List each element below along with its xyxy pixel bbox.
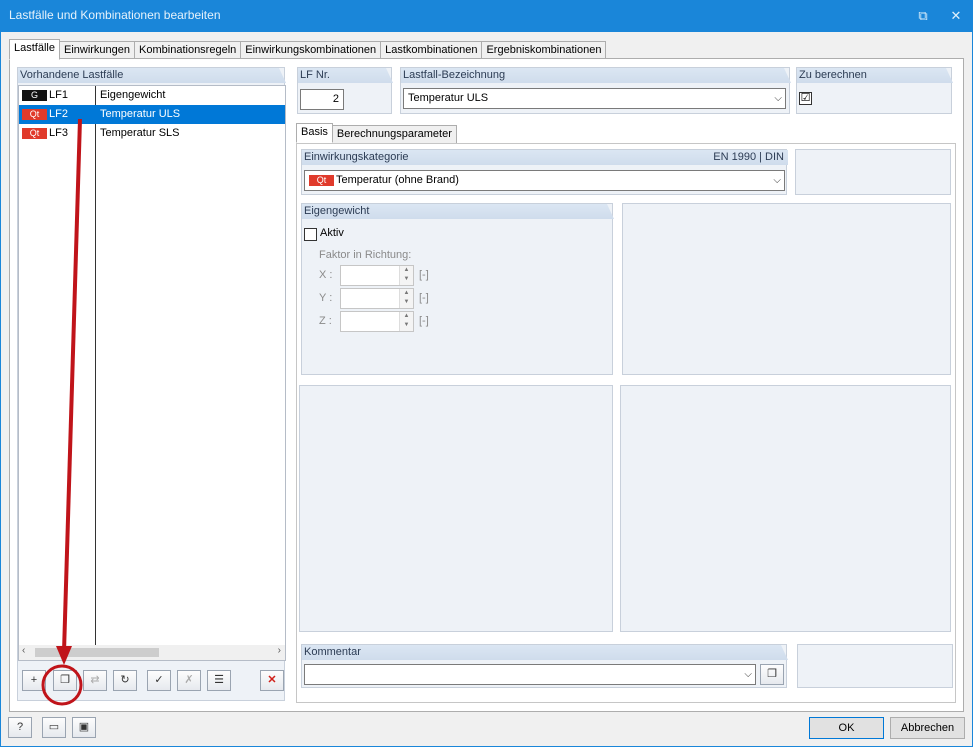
cancel-button[interactable]: Abbrechen xyxy=(890,717,965,739)
loadcase-name: Temperatur SLS xyxy=(100,127,179,139)
window-title: Lastfälle und Kombinationen bearbeiten xyxy=(9,8,221,22)
category-badge: G xyxy=(22,90,47,101)
dialog-body: Lastfälle Einwirkungen Kombinationsregel… xyxy=(0,32,973,747)
copy-loadcase-icon[interactable]: ❐ xyxy=(53,670,77,691)
spin-icon[interactable]: ▲▼ xyxy=(399,266,413,285)
column-divider xyxy=(95,86,96,660)
tab-ergebniskombinationen[interactable]: Ergebniskombinationen xyxy=(481,41,606,59)
einwirkungskategorie-combo[interactable]: Qt Temperatur (ohne Brand) ⌵ xyxy=(304,170,785,191)
loadcase-id: LF1 xyxy=(49,89,68,101)
loadcases-list[interactable]: G LF1 Eigengewicht Qt LF2 Temperatur ULS… xyxy=(18,85,286,661)
loadcase-id: LF2 xyxy=(49,108,68,120)
zuberechnen-label: Zu berechnen xyxy=(797,68,953,83)
ok-button[interactable]: OK xyxy=(809,717,884,739)
loadcase-id: LF3 xyxy=(49,127,68,139)
faktor-y-field[interactable]: ▲▼ xyxy=(340,288,414,309)
zuberechnen-group: Zu berechnen ☑ xyxy=(796,67,952,114)
close-icon[interactable]: ✕ xyxy=(945,6,967,26)
subtab-berechnungsparameter[interactable]: Berechnungsparameter xyxy=(332,125,457,143)
loadcases-group: Vorhandene Lastfälle G LF1 Eigengewicht … xyxy=(17,67,285,701)
eigengewicht-label: Eigengewicht xyxy=(302,204,614,219)
einwirkungskategorie-group: Einwirkungskategorie EN 1990 | DIN Qt Te… xyxy=(301,149,787,195)
import-icon[interactable]: ☰ xyxy=(207,670,231,691)
unit-label: [-] xyxy=(419,269,429,281)
category-badge: Qt xyxy=(22,128,47,139)
bezeichnung-group: Lastfall-Bezeichnung Temperatur ULS ⌵ xyxy=(400,67,790,114)
loadcases-header: Vorhandene Lastfälle xyxy=(18,68,286,83)
axis-label: X : xyxy=(319,269,332,281)
bezeichnung-combo[interactable]: Temperatur ULS ⌵ xyxy=(403,88,786,109)
empty-group xyxy=(797,644,953,688)
norm-label: EN 1990 | DIN xyxy=(713,151,784,163)
generate-icon[interactable]: ↻ xyxy=(113,670,137,691)
horizontal-scrollbar[interactable]: ‹ › xyxy=(19,645,285,660)
restore-icon[interactable]: ⧉ xyxy=(912,6,934,26)
main-tabs: Lastfälle Einwirkungen Kombinationsregel… xyxy=(9,39,605,59)
bezeichnung-label: Lastfall-Bezeichnung xyxy=(401,68,791,83)
category-badge: Qt xyxy=(309,175,334,186)
new-loadcase-icon[interactable]: + xyxy=(22,670,46,691)
axis-label: Z : xyxy=(319,315,332,327)
tab-einwirkungskombinationen[interactable]: Einwirkungskombinationen xyxy=(240,41,381,59)
delete-icon[interactable]: ✕ xyxy=(260,670,284,691)
uncheck-icon[interactable]: ✗ xyxy=(177,670,201,691)
kommentar-group: Kommentar ⌵ ❐ xyxy=(301,644,787,688)
einwirkungskategorie-value: Temperatur (ohne Brand) xyxy=(336,171,459,190)
kommentar-combo[interactable]: ⌵ xyxy=(304,664,756,685)
lfnr-group: LF Nr. 2 xyxy=(297,67,392,114)
comment-library-icon[interactable]: ❐ xyxy=(760,664,784,685)
sub-tabs: Basis Berechnungsparameter xyxy=(296,123,456,143)
save-icon[interactable]: ▣ xyxy=(72,717,96,738)
bezeichnung-value: Temperatur ULS xyxy=(408,92,488,104)
title-bar: Lastfälle und Kombinationen bearbeiten ⧉… xyxy=(0,0,973,32)
loadcase-name: Eigengewicht xyxy=(100,89,165,101)
empty-group xyxy=(620,385,951,632)
empty-group xyxy=(299,385,613,632)
loadcase-name: Temperatur ULS xyxy=(100,108,180,120)
check-icon[interactable]: ✓ xyxy=(147,670,171,691)
tab-lastfaelle[interactable]: Lastfälle xyxy=(9,39,60,60)
lfnr-field[interactable]: 2 xyxy=(300,89,344,110)
category-badge: Qt xyxy=(22,109,47,120)
help-icon[interactable]: ? xyxy=(8,717,32,738)
unit-label: [-] xyxy=(419,315,429,327)
faktor-z-field[interactable]: ▲▼ xyxy=(340,311,414,332)
renumber-icon[interactable]: ⇄ xyxy=(83,670,107,691)
scroll-right-icon[interactable]: › xyxy=(278,645,281,656)
basis-panel: Einwirkungskategorie EN 1990 | DIN Qt Te… xyxy=(296,143,956,703)
tab-kombinationsregeln[interactable]: Kombinationsregeln xyxy=(134,41,241,59)
list-item-selected[interactable]: Qt LF2 Temperatur ULS xyxy=(19,105,285,124)
faktor-label: Faktor in Richtung: xyxy=(319,249,411,261)
chevron-down-icon[interactable]: ⌵ xyxy=(773,171,781,190)
aktiv-label: Aktiv xyxy=(320,227,344,239)
tab-einwirkungen[interactable]: Einwirkungen xyxy=(59,41,135,59)
aktiv-checkbox[interactable] xyxy=(304,228,317,241)
open-folder-icon[interactable]: ▭ xyxy=(42,717,66,738)
spin-icon[interactable]: ▲▼ xyxy=(399,289,413,308)
tab-lastkombinationen[interactable]: Lastkombinationen xyxy=(380,41,482,59)
unit-label: [-] xyxy=(419,292,429,304)
kommentar-label: Kommentar xyxy=(302,645,788,660)
spin-icon[interactable]: ▲▼ xyxy=(399,312,413,331)
list-item[interactable]: Qt LF3 Temperatur SLS xyxy=(19,124,285,143)
tab-panel-lastfaelle: Vorhandene Lastfälle G LF1 Eigengewicht … xyxy=(9,58,964,712)
lfnr-label: LF Nr. xyxy=(298,68,393,83)
scroll-left-icon[interactable]: ‹ xyxy=(22,645,25,656)
empty-group xyxy=(622,203,951,375)
empty-group xyxy=(795,149,951,195)
chevron-down-icon[interactable]: ⌵ xyxy=(744,665,752,684)
axis-label: Y : xyxy=(319,292,332,304)
scroll-thumb[interactable] xyxy=(35,648,159,657)
list-item[interactable]: G LF1 Eigengewicht xyxy=(19,86,285,105)
eigengewicht-group: Eigengewicht Aktiv Faktor in Richtung: X… xyxy=(301,203,613,375)
faktor-x-field[interactable]: ▲▼ xyxy=(340,265,414,286)
subtab-basis[interactable]: Basis xyxy=(296,123,333,143)
chevron-down-icon[interactable]: ⌵ xyxy=(774,89,782,108)
zuberechnen-checkbox[interactable]: ☑ xyxy=(799,92,812,105)
